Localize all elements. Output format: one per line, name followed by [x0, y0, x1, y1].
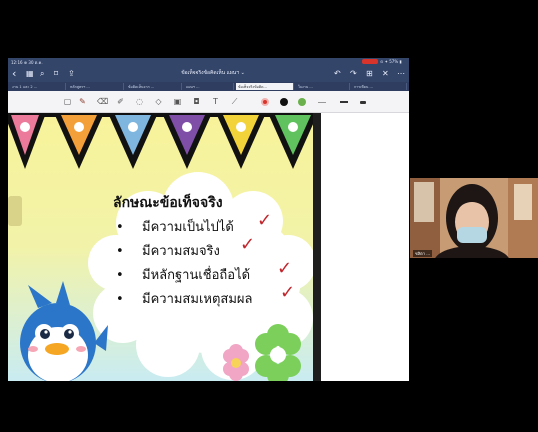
blank-page-area[interactable] — [321, 113, 409, 381]
undo-icon[interactable]: ↶ — [334, 68, 341, 79]
grid-icon[interactable]: ▦ — [26, 68, 34, 79]
tab-label: งาน 1 และ 2 ... — [12, 85, 38, 89]
document-nav-bar: ‹ ▦ ⌕ ⌑ ⇪ ข้อเท็จจริงข้อคิดเห็น แผนฯ ⌄ ↶… — [8, 65, 409, 82]
handwritten-check-mark: ✓ — [277, 258, 293, 279]
medium-stroke-option[interactable] — [340, 101, 348, 103]
bullet-item: • มีความสมเหตุสมผล — [116, 288, 252, 309]
document-tab-bar: งาน 1 และ 2 ... หลักสูตรฯ ... ข้อคิดเห็น… — [8, 82, 409, 91]
pennant-flag — [54, 113, 104, 169]
thick-stroke-option[interactable] — [360, 101, 366, 104]
bullet-symbol: • — [116, 244, 124, 259]
slide-border — [313, 113, 321, 381]
bookmark-icon[interactable]: ⌑ — [54, 68, 58, 79]
pennant-flag — [268, 113, 313, 169]
bullet-symbol: • — [116, 292, 124, 307]
search-icon[interactable]: ⌕ — [40, 68, 44, 79]
slide-heading: ลักษณะข้อเท็จจริง — [113, 195, 223, 211]
pennant-flag — [108, 113, 158, 169]
bullet-text: มีความสมเหตุสมผล — [142, 292, 253, 307]
tab-label: ใบงาน ... — [298, 85, 313, 89]
slide-canvas[interactable]: ลักษณะข้อเท็จจริง • มีความเป็นไปได้ • มีคว… — [8, 113, 313, 381]
highlighter-icon[interactable]: ✐ — [116, 97, 125, 106]
document-tab[interactable]: หลักสูตรฯ ... — [68, 83, 124, 90]
handwritten-check-mark: ✓ — [280, 282, 296, 303]
handwritten-check-mark: ✓ — [240, 234, 256, 255]
laser-pointer-icon[interactable]: ⟋ — [230, 97, 239, 106]
bullet-text: มีความเป็นไปได้ — [142, 220, 234, 235]
share-icon[interactable]: ⇪ — [68, 68, 75, 79]
pennant-flag — [162, 113, 212, 169]
thin-stroke-option[interactable] — [318, 102, 326, 103]
document-title[interactable]: ข้อเท็จจริงข้อคิดเห็น แผนฯ ⌄ — [158, 69, 268, 77]
participant-name-label: ชลิตา ... — [413, 250, 433, 257]
bullet-item: • มีความเป็นไปได้ — [116, 216, 234, 237]
lasso-icon[interactable]: ◌ — [135, 97, 144, 106]
penguin-mascot — [20, 281, 108, 381]
eraser-icon[interactable]: ⌫ — [97, 97, 108, 106]
tab-label: หลักสูตรฯ ... — [70, 85, 90, 89]
document-tab[interactable]: แผนฯ ... — [184, 83, 234, 90]
bullet-item: • มีความสมจริง — [116, 240, 220, 261]
bullet-text: มีความสมจริง — [142, 244, 220, 259]
bullet-symbol: • — [116, 268, 124, 283]
status-bar: 12:16 ⊕ 30 ต.ค. ⊙ ✦ 57% ▮ — [8, 58, 409, 65]
document-tab-active[interactable]: ข้อเท็จจริงข้อคิด... — [236, 83, 294, 90]
pennant-flag — [216, 113, 266, 169]
bullet-item: • มีหลักฐานเชื่อถือได้ — [116, 264, 250, 285]
camera-icon[interactable]: ◘ — [192, 97, 201, 106]
image-icon[interactable]: ▣ — [173, 97, 182, 106]
shapes-icon[interactable]: ◇ — [154, 97, 163, 106]
document-tab[interactable]: งาน 1 และ 2 ... — [10, 83, 66, 90]
document-tab[interactable]: ใบงาน ... — [296, 83, 350, 90]
tab-label: การเขียน ... — [354, 85, 373, 89]
more-icon[interactable]: ⋯ — [397, 68, 405, 79]
status-battery: ⊙ ✦ 57% ▮ — [380, 59, 402, 64]
tab-label: ข้อคิดเห็นจาก ... — [128, 85, 155, 89]
document-tab[interactable]: ข้อคิดเห็นจาก ... — [126, 83, 182, 90]
notes-app-window: 12:16 ⊕ 30 ต.ค. ⊙ ✦ 57% ▮ ‹ ▦ ⌕ ⌑ ⇪ ข้อเ… — [8, 58, 409, 381]
handwritten-check-mark: ✓ — [257, 210, 273, 231]
document-tab[interactable]: การเขียน ... — [352, 83, 407, 90]
chevron-left-icon[interactable]: ‹ — [12, 68, 16, 79]
color-swatch[interactable] — [261, 98, 269, 106]
color-swatch[interactable] — [298, 98, 306, 106]
tab-label: แผนฯ ... — [186, 85, 200, 89]
participant-video-feed — [410, 178, 538, 258]
side-tab — [8, 196, 22, 226]
reader-icon[interactable]: ▢ — [63, 97, 72, 106]
bullet-symbol: • — [116, 220, 124, 235]
add-page-icon[interactable]: ⊞ — [366, 68, 373, 79]
tab-label: ข้อเท็จจริงข้อคิด... — [238, 85, 267, 89]
redo-icon[interactable]: ↷ — [350, 68, 357, 79]
participant-video-tile[interactable]: ชลิตา ... — [410, 178, 538, 258]
pen-icon[interactable]: ✎ — [78, 97, 87, 106]
close-icon[interactable]: ✕ — [382, 68, 389, 79]
pennant-flag — [8, 113, 46, 169]
bullet-text: มีหลักฐานเชื่อถือได้ — [142, 268, 251, 283]
text-icon[interactable]: T — [211, 97, 220, 106]
color-swatch[interactable] — [280, 98, 288, 106]
drawing-toolbar: ▢ ✎ ⌫ ✐ ◌ ◇ ▣ ◘ T ⟋ — [8, 91, 409, 113]
recording-indicator — [362, 59, 378, 64]
